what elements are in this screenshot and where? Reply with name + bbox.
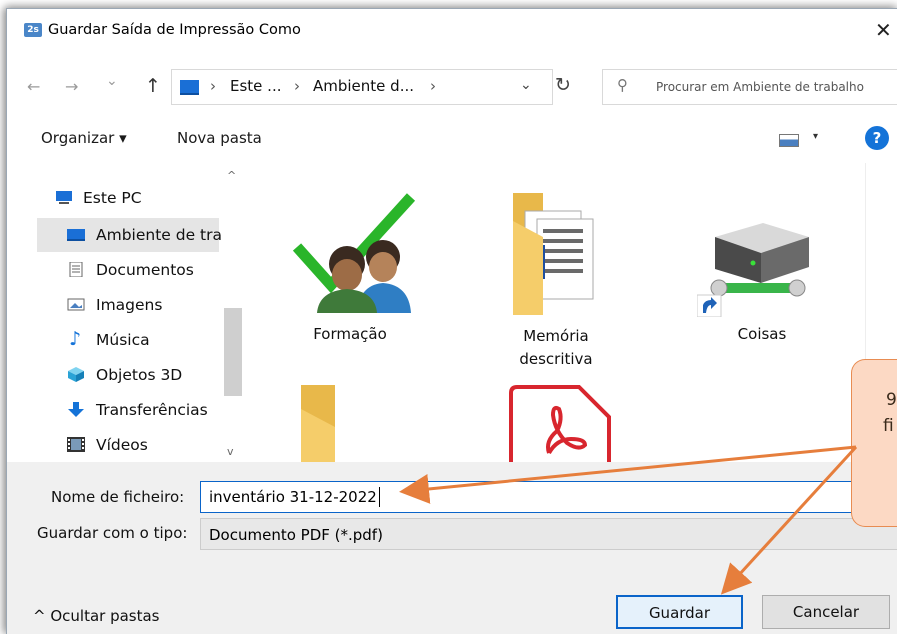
up-arrow-icon[interactable]: ↑ xyxy=(145,75,161,97)
close-icon[interactable]: ✕ xyxy=(875,18,892,42)
new-folder-button[interactable]: Nova pasta xyxy=(177,129,262,147)
sidebar-scrollbar-thumb[interactable] xyxy=(224,308,242,396)
help-icon[interactable]: ? xyxy=(865,126,889,150)
scroll-down-icon[interactable]: v xyxy=(227,445,234,458)
download-icon xyxy=(68,402,84,417)
command-toolbar: Organizar ▾ Nova pasta ▾ ? xyxy=(7,121,897,157)
forward-arrow-icon[interactable]: → xyxy=(65,77,78,96)
sidebar-item-label: Vídeos xyxy=(96,436,148,454)
sidebar-item-label: Documentos xyxy=(96,261,194,279)
search-icon: ⚲ xyxy=(617,76,628,94)
folder-icon xyxy=(301,385,335,462)
pdf-icon xyxy=(509,385,611,462)
sidebar-item-label: Música xyxy=(96,331,150,349)
file-list: Formação Memória descritiva Coisas xyxy=(245,163,897,462)
sidebar-item-label: Imagens xyxy=(96,296,163,314)
recent-locations-chevron-icon[interactable]: ⌄ xyxy=(106,73,118,89)
search-placeholder: Procurar em Ambiente de trabalho xyxy=(656,80,864,94)
sidebar-item-pictures[interactable]: Imagens xyxy=(37,288,219,322)
music-note-icon: ♪ xyxy=(69,328,82,350)
sidebar-item-downloads[interactable]: Transferências xyxy=(37,393,219,427)
callout-box: 9 fi xyxy=(851,359,897,527)
callout-text-line: 9 xyxy=(886,390,897,410)
folder-documents-icon xyxy=(513,193,594,315)
sidebar-item-music[interactable]: ♪ Música xyxy=(37,323,219,357)
sidebar-item-label: Objetos 3D xyxy=(96,366,183,384)
crumb-separator-icon: › xyxy=(430,77,436,95)
file-item-formacao[interactable]: Formação xyxy=(285,183,416,353)
file-type-label: Guardar com o tipo: xyxy=(37,524,188,542)
app-icon: 2s xyxy=(24,23,42,37)
refresh-icon[interactable]: ↻ xyxy=(555,74,571,96)
filename-label: Nome de ficheiro: xyxy=(51,488,185,506)
scroll-up-icon[interactable]: ^ xyxy=(227,169,236,182)
breadcrumb-desktop[interactable]: Ambiente d... xyxy=(313,77,414,95)
filename-value: inventário 31-12-2022 xyxy=(209,488,377,506)
address-bar[interactable]: › Este ... › Ambiente d... › ⌄ xyxy=(171,69,553,105)
view-chevron-icon[interactable]: ▾ xyxy=(813,131,818,142)
address-dropdown-chevron-icon[interactable]: ⌄ xyxy=(520,77,532,93)
sidebar-item-label: Transferências xyxy=(96,401,208,419)
file-label: Memória descritiva xyxy=(491,325,621,371)
title-bar: 2s Guardar Saída de Impressão Como ✕ xyxy=(7,9,897,53)
cube-icon xyxy=(68,367,84,382)
callout-text-line: fi xyxy=(883,416,894,436)
file-label: Formação xyxy=(313,325,387,343)
organize-button[interactable]: Organizar ▾ xyxy=(41,129,127,147)
back-arrow-icon[interactable]: ← xyxy=(27,77,40,96)
sidebar-item-documents[interactable]: Documentos xyxy=(37,253,219,287)
document-icon xyxy=(69,262,83,277)
file-item-memoria-descritiva[interactable]: Memória descritiva xyxy=(491,183,621,373)
image-icon xyxy=(67,298,85,311)
breadcrumb-this-pc[interactable]: Este ... xyxy=(230,77,281,95)
sidebar-item-label: Ambiente de tra xyxy=(96,226,222,244)
hide-folders-toggle[interactable]: ^ Ocultar pastas xyxy=(33,607,160,625)
filename-input[interactable]: inventário 31-12-2022 xyxy=(200,481,897,513)
save-dialog: 2s Guardar Saída de Impressão Como ✕ ← →… xyxy=(6,8,897,634)
file-item-coisas[interactable]: Coisas xyxy=(697,183,827,353)
navigation-pane: Este PC Ambiente de tra Documentos Image… xyxy=(37,163,245,462)
sidebar-item-label: Este PC xyxy=(83,189,142,207)
save-options-panel: Nome de ficheiro: inventário 31-12-2022 … xyxy=(7,462,897,634)
cancel-button[interactable]: Cancelar xyxy=(762,595,890,629)
sidebar-item-desktop[interactable]: Ambiente de tra xyxy=(37,218,222,252)
desktop-location-icon xyxy=(180,80,199,95)
dialog-title: Guardar Saída de Impressão Como xyxy=(48,22,301,38)
search-box[interactable]: ⚲ Procurar em Ambiente de trabalho xyxy=(602,69,897,105)
crumb-separator-icon: › xyxy=(210,77,216,95)
users-check-icon xyxy=(292,193,416,313)
text-caret xyxy=(379,487,380,507)
file-label-line: descritiva xyxy=(519,350,593,368)
navigation-bar: ← → ⌄ ↑ › Este ... › Ambiente d... › ⌄ ↻… xyxy=(7,69,897,109)
file-item-folder[interactable] xyxy=(285,385,415,462)
network-drive-shortcut-icon xyxy=(697,223,809,317)
sidebar-item-videos[interactable]: Vídeos xyxy=(37,428,219,462)
crumb-separator-icon: › xyxy=(294,77,300,95)
sidebar-item-this-pc[interactable]: Este PC xyxy=(37,181,219,215)
desktop-icon xyxy=(67,229,85,241)
film-icon xyxy=(67,437,85,452)
computer-icon xyxy=(56,191,72,204)
file-label: Coisas xyxy=(737,325,787,343)
file-item-pdf[interactable] xyxy=(491,383,621,462)
file-label-line: Memória xyxy=(523,327,589,345)
save-button[interactable]: Guardar xyxy=(616,595,743,629)
view-options-icon[interactable] xyxy=(779,134,799,147)
file-type-value: Documento PDF (*.pdf) xyxy=(209,526,383,544)
file-type-select[interactable]: Documento PDF (*.pdf) xyxy=(200,518,897,550)
sidebar-item-3d-objects[interactable]: Objetos 3D xyxy=(37,358,219,392)
